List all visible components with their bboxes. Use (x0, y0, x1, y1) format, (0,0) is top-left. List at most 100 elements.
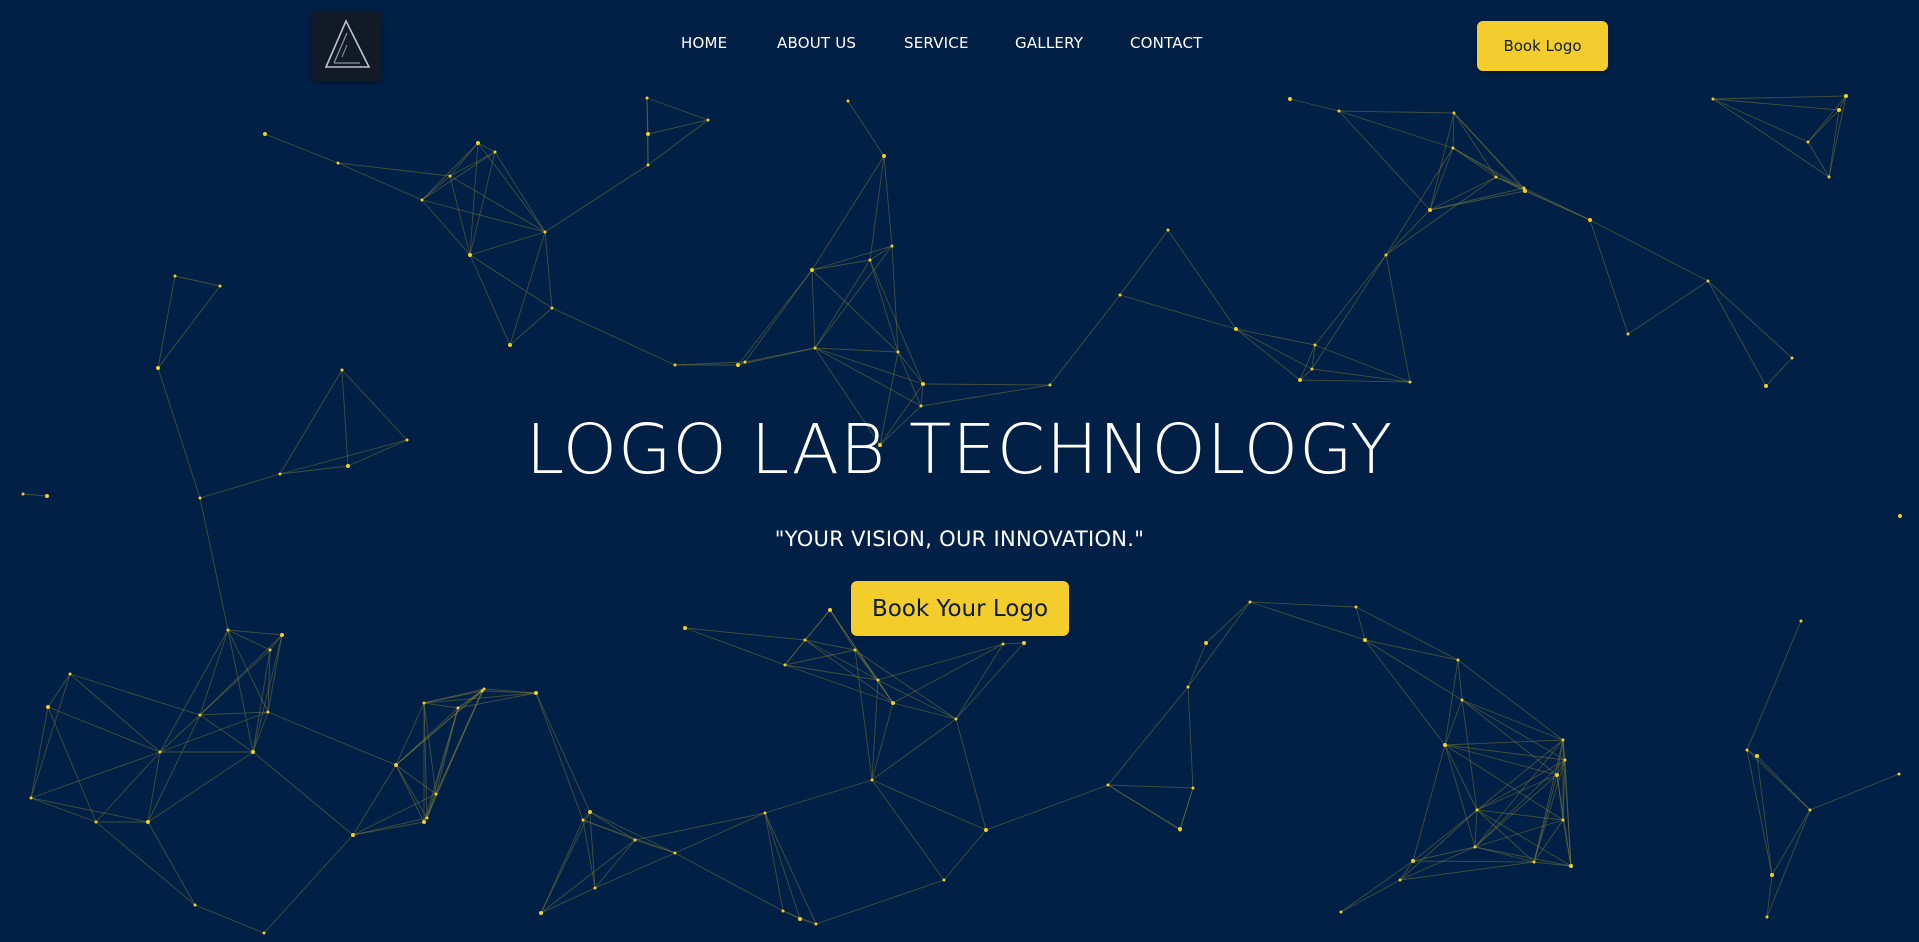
network-link (509, 307, 553, 346)
network-node (550, 306, 554, 310)
network-link (1476, 809, 1572, 867)
network-link (1828, 95, 1847, 178)
network-link (646, 97, 709, 121)
network-node (706, 118, 710, 122)
network-link (469, 254, 553, 309)
network-link (1355, 606, 1366, 641)
network-node (1755, 754, 1759, 758)
network-link (147, 714, 201, 823)
network-node (1313, 343, 1317, 347)
network-node (1706, 279, 1710, 283)
network-node (646, 132, 650, 136)
network-link (854, 649, 957, 720)
network-link (47, 673, 71, 708)
network-node (890, 244, 894, 248)
network-link (1712, 98, 1809, 143)
network-link (1107, 686, 1189, 786)
network-node (882, 154, 886, 158)
network-link (1524, 190, 1591, 221)
network-link (1807, 109, 1840, 143)
network-node (1765, 915, 1769, 919)
nav-contact[interactable]: CONTACT (1130, 34, 1203, 52)
network-link (594, 839, 636, 889)
network-link (1187, 601, 1251, 688)
network-node (645, 96, 649, 100)
nav-about-us[interactable]: ABOUT US (777, 34, 856, 52)
network-link (1533, 819, 1564, 863)
network-link (449, 175, 546, 233)
network-link (1474, 819, 1564, 848)
logo[interactable] (312, 11, 382, 81)
network-node (1337, 109, 1341, 113)
network-link (1399, 809, 1478, 881)
network-link (1429, 112, 1455, 211)
nav-gallery[interactable]: GALLERY (1015, 34, 1083, 52)
network-link (1746, 749, 1773, 876)
network-link (457, 692, 537, 709)
network-link (804, 639, 894, 704)
network-node (1563, 758, 1567, 762)
network-link (252, 751, 354, 836)
network-link (1453, 112, 1526, 192)
network-node (1443, 743, 1447, 747)
network-link (263, 834, 354, 934)
network-link (1049, 294, 1121, 386)
network-link (1311, 254, 1387, 370)
network-node (1384, 253, 1388, 257)
network-node (810, 268, 814, 272)
network-node (420, 198, 424, 202)
network-link (897, 351, 924, 385)
network-link (421, 199, 546, 233)
network-link (535, 692, 584, 821)
network-node (198, 496, 202, 500)
network-link (985, 784, 1109, 831)
network-link (421, 175, 451, 201)
network-node (251, 750, 255, 754)
network-node (1452, 111, 1456, 115)
network-link (1314, 344, 1411, 383)
network-node (1897, 772, 1901, 776)
nav-home[interactable]: HOME (681, 34, 727, 52)
book-logo-button[interactable]: Book Logo (1477, 21, 1608, 71)
network-node (476, 141, 480, 145)
network-link (157, 285, 221, 369)
network-node (1473, 845, 1477, 849)
network-node (1048, 383, 1052, 387)
network-link (199, 497, 229, 631)
network-node (1354, 605, 1358, 609)
network-node (68, 672, 72, 676)
network-node (1532, 860, 1536, 864)
network-link (1809, 773, 1900, 811)
network-link (147, 821, 196, 906)
book-your-logo-button[interactable]: Book Your Logo (851, 581, 1069, 636)
network-link (811, 245, 893, 271)
network-node (1808, 808, 1812, 812)
nav-service[interactable]: SERVICE (904, 34, 969, 52)
network-link (194, 904, 265, 934)
network-node (593, 886, 597, 890)
network-node (846, 99, 850, 103)
network-node (156, 366, 160, 370)
network-link (764, 812, 784, 912)
network-node (736, 363, 740, 367)
network-link (174, 275, 221, 287)
network-node (828, 608, 832, 612)
network-link (395, 764, 428, 819)
network-node (1408, 380, 1412, 384)
network-link (943, 829, 987, 881)
network-node (1451, 146, 1455, 150)
network-node (508, 343, 512, 347)
network-node (919, 404, 923, 408)
network-node (876, 678, 880, 682)
network-link (1771, 809, 1811, 876)
network-node (1363, 638, 1367, 642)
network-node (351, 833, 355, 837)
network-link (1299, 368, 1313, 381)
network-node (1588, 218, 1592, 222)
network-link (1444, 744, 1558, 776)
network-link (634, 812, 766, 841)
network-link (1712, 98, 1840, 111)
network-link (1429, 187, 1525, 211)
network-link (337, 162, 423, 201)
network-node (46, 705, 50, 709)
